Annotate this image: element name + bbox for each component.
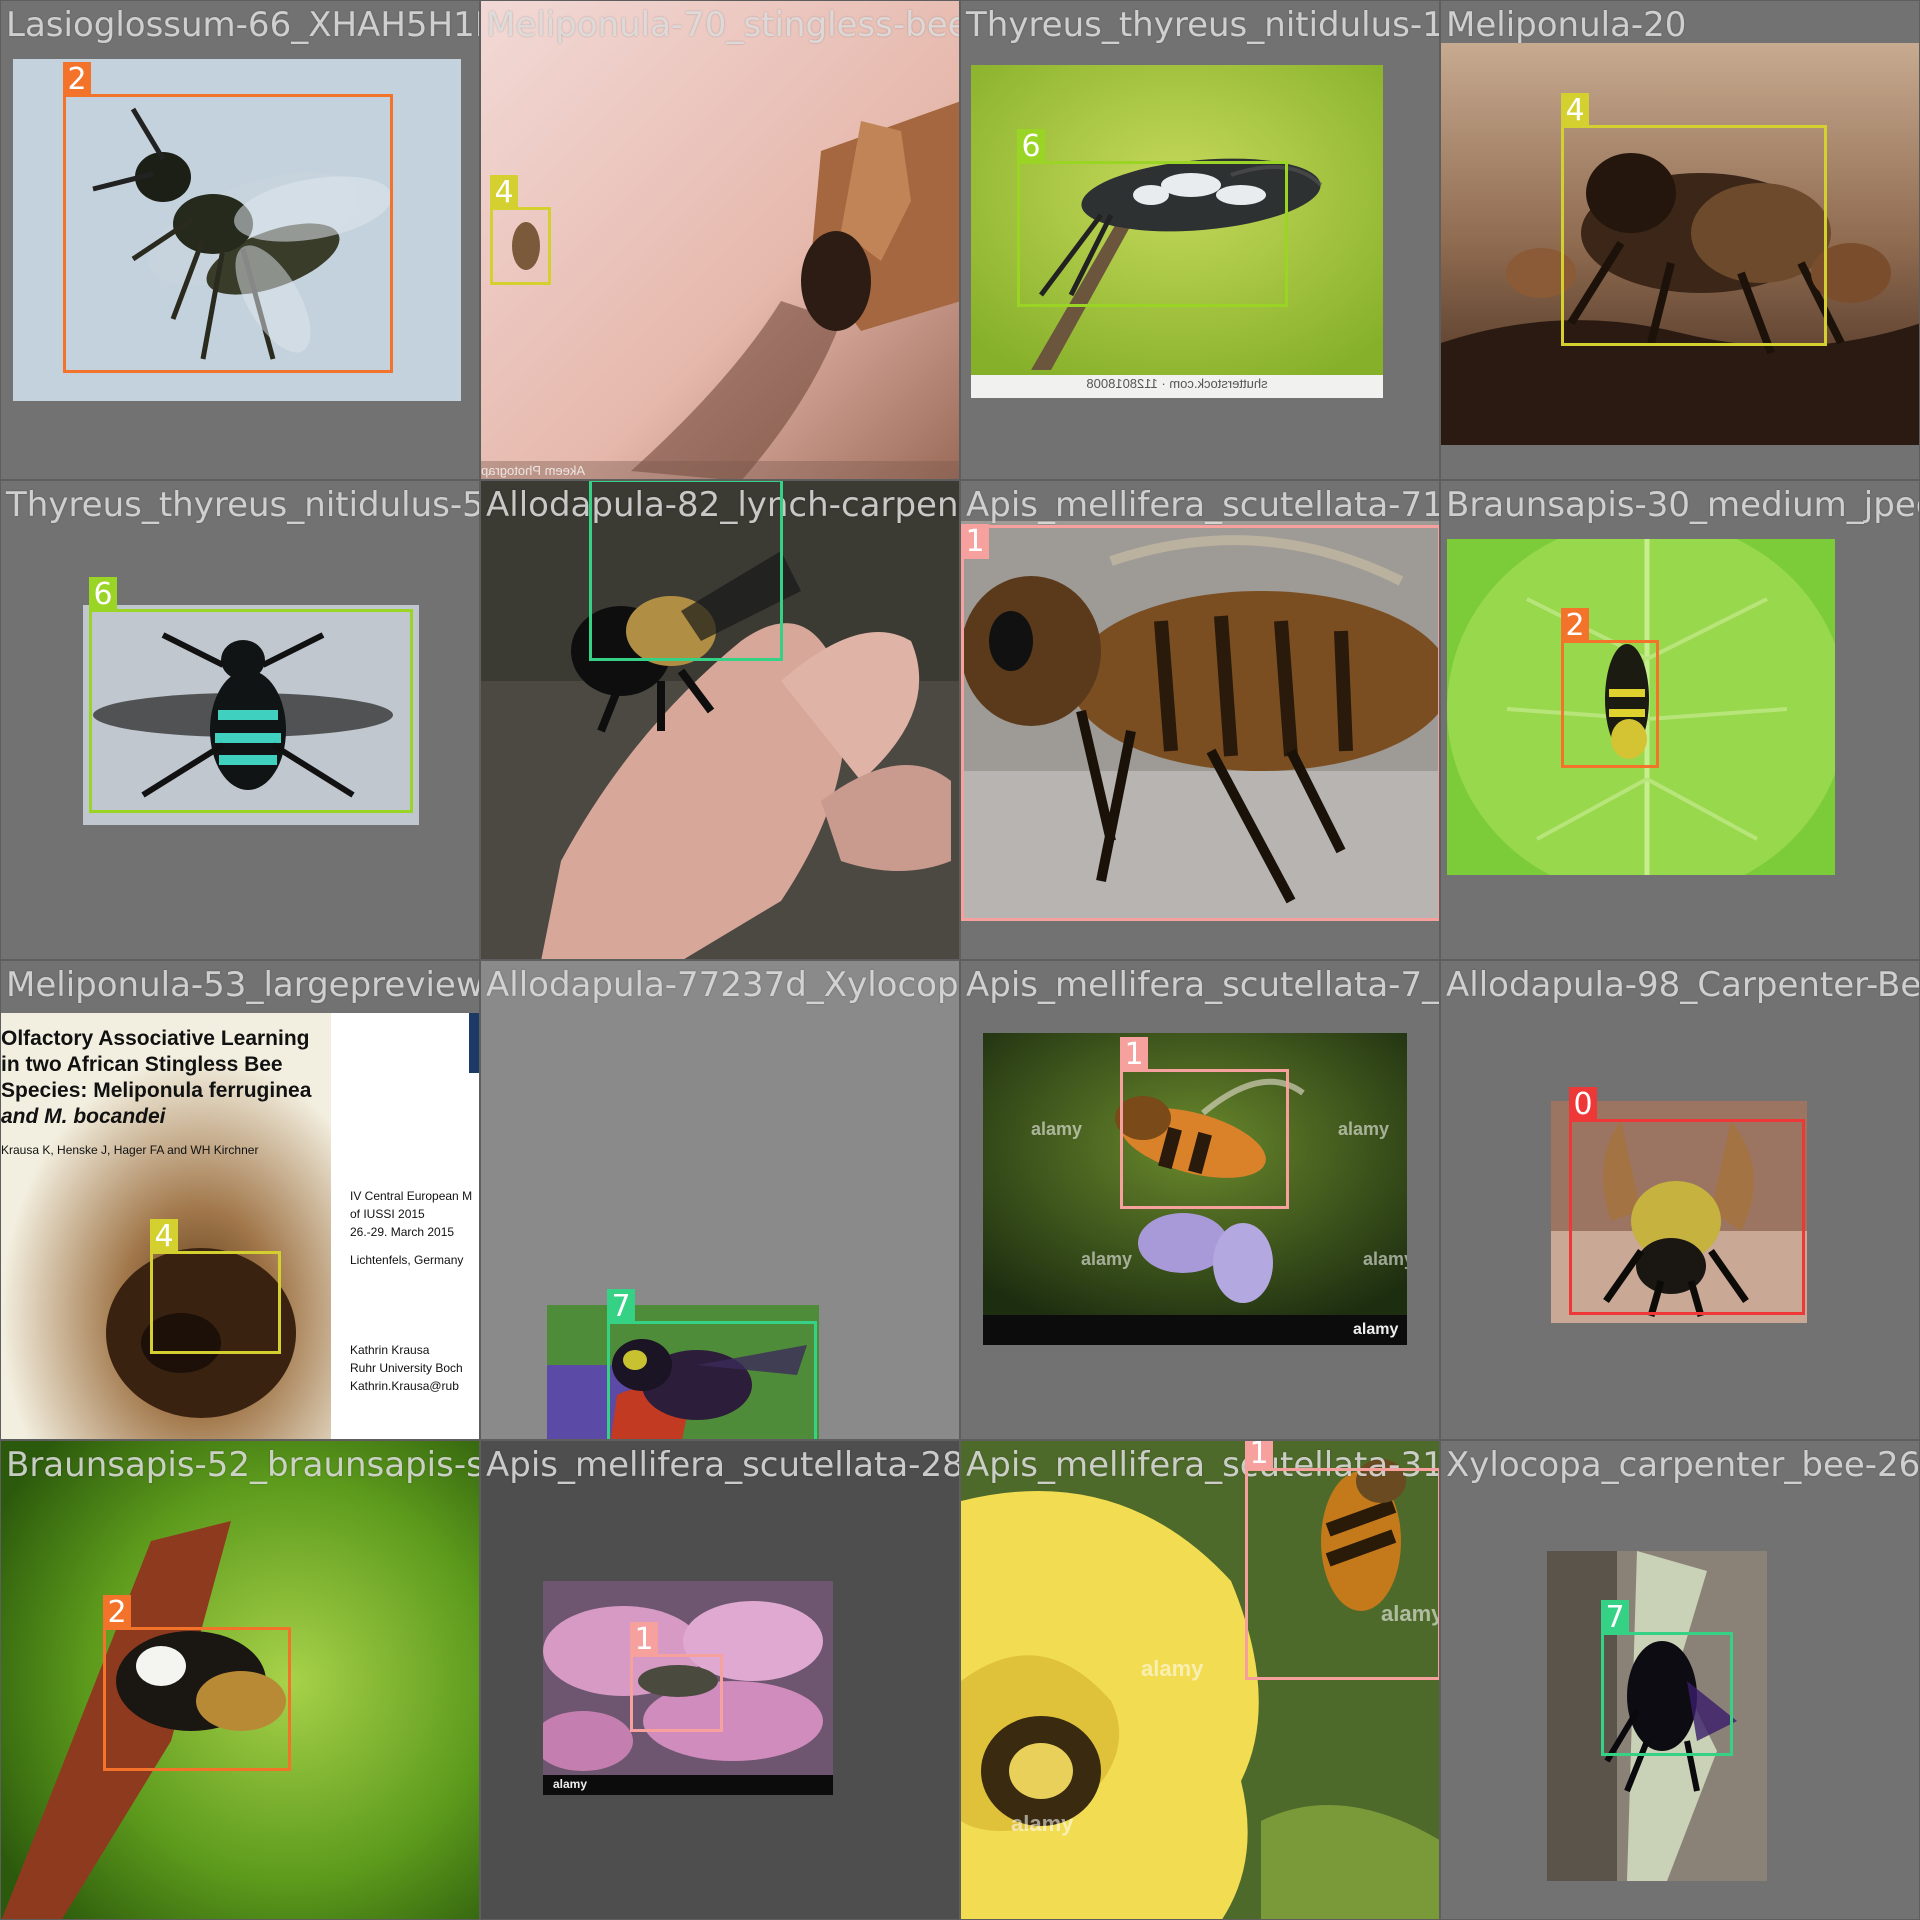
bounding-box: 7 xyxy=(1601,1600,1733,1756)
tile: Xylocopa_carpenter_bee-26 7 xyxy=(1440,1440,1920,1920)
image-filename: Meliponula-70_stingless-bee_jpg.rf.4114 xyxy=(486,5,959,45)
watermark-text: shutterstock.com · 1128018008 xyxy=(1086,376,1268,391)
bounding-box: 1 xyxy=(630,1622,723,1732)
image-filename: Apis_mellifera_scutellata-71_Braunsapis-… xyxy=(966,485,1439,525)
poster-title-line: Olfactory Associative Learning xyxy=(1,1027,310,1050)
image-filename: Allodapula-77237d_Xylocopa_latipes_melli… xyxy=(486,965,959,1005)
class-label: 1 xyxy=(1245,1441,1273,1471)
tile: Apis_mellifera_scutellata-71_Braunsapis-… xyxy=(960,480,1440,960)
image-filename: Thyreus_thyreus_nitidulus-57_60663878 xyxy=(6,485,480,525)
tile: alamy alamy alamy Apis_mellifera_scutell… xyxy=(960,1440,1440,1920)
tile: Akeem Photograp Meliponula-70_stingless-… xyxy=(480,0,960,480)
poster-contact: Kathrin.Krausa@rub xyxy=(350,1379,459,1393)
watermark-text: alamy xyxy=(1011,1811,1074,1836)
poster-photo: Olfactory Associative Learning in two Af… xyxy=(1,1013,479,1439)
bounding-box: 1 xyxy=(1245,1441,1439,1680)
bounding-box: 1 xyxy=(961,524,1439,921)
poster-contact: Ruhr University Boch xyxy=(350,1361,463,1375)
class-label: 6 xyxy=(89,577,117,612)
bounding-box: 6 xyxy=(89,577,413,813)
bounding-box: 0 xyxy=(1569,1087,1805,1315)
poster-title-line: and M. bocandei xyxy=(1,1105,166,1128)
watermark-text: alamy xyxy=(1141,1656,1204,1681)
tile: Lasioglossum-66_XHAH5H1MMNiF571A70L_1751… xyxy=(0,0,480,480)
class-label: 0 xyxy=(1569,1087,1597,1122)
poster-title-line: Species: Meliponula ferruginea xyxy=(1,1079,312,1102)
watermark-text: alamy xyxy=(1081,1249,1133,1269)
class-label: 4 xyxy=(150,1219,178,1254)
tile: Allodapula-82_lynch-carpenter-bee_jpg 7 xyxy=(480,480,960,960)
tile: Braunsapis-52_braunsapis-sp 2 xyxy=(0,1440,480,1920)
bounding-box: 2 xyxy=(1561,608,1659,768)
bounding-box: 2 xyxy=(103,1595,291,1771)
bounding-box: 4 xyxy=(1561,93,1827,346)
poster-authors: Krausa K, Henske J, Hager FA and WH Kirc… xyxy=(1,1143,259,1157)
class-label: 7 xyxy=(589,481,617,482)
poster-conference: Lichtenfels, Germany xyxy=(350,1253,464,1267)
class-label: 2 xyxy=(103,1595,131,1630)
image-filename: Meliponula-20 xyxy=(1446,5,1687,45)
class-label: 1 xyxy=(961,524,989,559)
class-label: 1 xyxy=(1120,1037,1148,1072)
class-label: 4 xyxy=(490,175,518,210)
poster-conference: IV Central European M xyxy=(350,1189,473,1203)
poster-conference: 26.-29. March 2015 xyxy=(350,1225,455,1239)
class-label: 2 xyxy=(1561,608,1589,643)
image-filename: Allodapula-98_Carpenter-Be xyxy=(1446,965,1920,1005)
bounding-box: 1 xyxy=(1120,1037,1289,1209)
tile: alamy alamy alamy alamy alamy Apis_melli… xyxy=(960,960,1440,1440)
tile: Braunsapis-30_medium_jpeg 2 xyxy=(1440,480,1920,960)
tile: Allodapula-77237d_Xylocopa_latipes_melli… xyxy=(480,960,960,1440)
class-label: 4 xyxy=(1561,93,1589,128)
tile: Allodapula-98_Carpenter-Be 0 xyxy=(1440,960,1920,1440)
image-filename: Apis_mellifera_scutellata-28_africanised… xyxy=(486,1445,959,1485)
image-filename: Meliponula-53_largepreview_png xyxy=(6,965,480,1005)
tile: Olfactory Associative Learning in two Af… xyxy=(0,960,480,1440)
class-label: 1 xyxy=(630,1622,658,1657)
poster-title-line: in two African Stingless Bee xyxy=(1,1053,283,1076)
bounding-box: 6 xyxy=(1017,129,1288,307)
photographer-credit: Akeem Photograp xyxy=(481,463,586,478)
tile: shutterstock.com · 1128018008 Thyreus_th… xyxy=(960,0,1440,480)
image-filename: Apis_mellifera_scutellata-7_Allodapula-9… xyxy=(966,965,1440,1005)
image-filename: Lasioglossum-66_XHAH5H1MMNiF571A70L_1751… xyxy=(6,5,479,45)
class-label: 2 xyxy=(63,62,91,97)
bee-photo: Akeem Photograp xyxy=(481,1,959,479)
bounding-box: 4 xyxy=(150,1219,281,1354)
mosaic-grid: Lasioglossum-66_XHAH5H1MMNiF571A70L_1751… xyxy=(0,0,1920,1920)
tile: Thyreus_thyreus_nitidulus-57_60663878 6 xyxy=(0,480,480,960)
image-filename: Thyreus_thyreus_nitidulus-16_Thyreus-20_… xyxy=(966,5,1439,45)
watermark-text: alamy xyxy=(1031,1119,1083,1139)
tile: Meliponula-20 4 xyxy=(1440,0,1920,480)
tile: alamy Apis_mellifera_scutellata-28_afric… xyxy=(480,1440,960,1920)
bounding-box: 7 xyxy=(607,1289,817,1439)
bounding-box: 7 xyxy=(589,481,783,661)
class-label: 6 xyxy=(1017,129,1045,164)
bounding-box: 2 xyxy=(63,62,393,373)
poster-contact: Kathrin Krausa xyxy=(350,1343,430,1357)
class-label: 7 xyxy=(1601,1600,1629,1635)
watermark-text: alamy xyxy=(553,1777,588,1791)
image-filename: Braunsapis-30_medium_jpeg xyxy=(1446,485,1920,525)
image-filename: Braunsapis-52_braunsapis-sp xyxy=(6,1445,480,1485)
watermark-text: alamy xyxy=(1338,1119,1390,1139)
watermark-text: alamy xyxy=(1363,1249,1407,1269)
watermark-text: alamy xyxy=(1353,1321,1399,1338)
poster-conference: of IUSSI 2015 xyxy=(350,1207,425,1221)
image-filename: Xylocopa_carpenter_bee-26 xyxy=(1446,1445,1920,1485)
class-label: 7 xyxy=(607,1289,635,1324)
bounding-box: 4 xyxy=(490,175,551,285)
